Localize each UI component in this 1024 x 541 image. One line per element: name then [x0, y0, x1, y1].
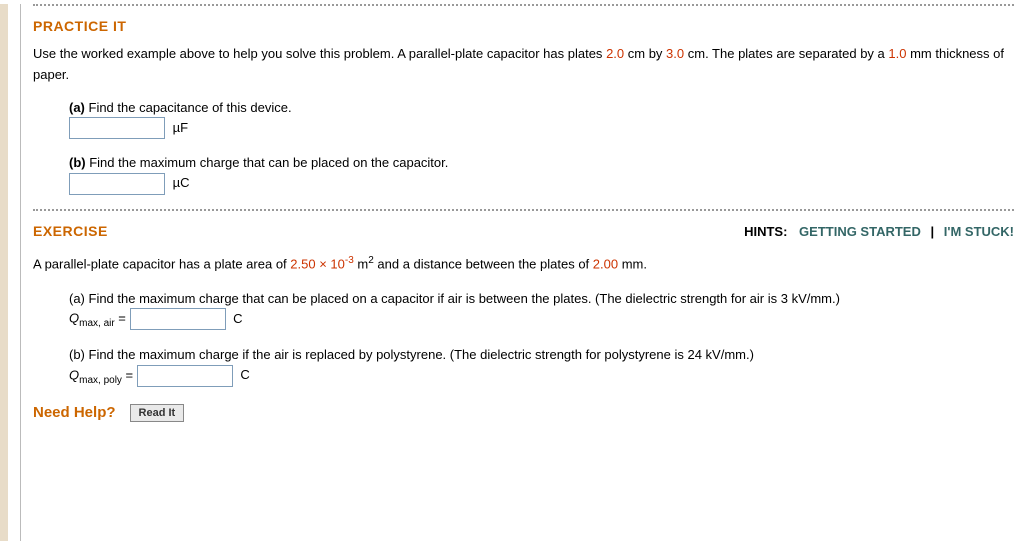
practice-b-text: Find the maximum charge that can be plac…	[86, 155, 449, 170]
divider-top	[33, 4, 1014, 6]
read-it-button[interactable]: Read It	[130, 404, 185, 422]
practice-a-question: (a) Find the capacitance of this device.	[69, 98, 1014, 118]
practice-a-text: Find the capacitance of this device.	[85, 100, 292, 115]
practice-unit-cm2: cm. The plates are separated by a	[684, 46, 888, 61]
practice-unit-cm1: cm by	[624, 46, 666, 61]
exercise-a-text: (a) Find the maximum charge that can be …	[69, 289, 1014, 309]
hint-sep: |	[930, 224, 934, 239]
need-help-label: Need Help?	[33, 404, 116, 421]
ex-area-unit-pre: m	[354, 256, 368, 271]
exercise-a-input[interactable]	[130, 308, 226, 330]
practice-val3: 1.0	[888, 46, 906, 61]
practice-val1: 2.0	[606, 46, 624, 61]
exercise-b-sym: Q	[69, 367, 79, 382]
exercise-part-b: (b) Find the maximum charge if the air i…	[69, 345, 1014, 388]
exercise-title: EXERCISE	[33, 223, 108, 239]
exercise-a-unit: C	[233, 311, 242, 326]
ex-dist-val: 2.00	[593, 256, 618, 271]
exercise-b-input[interactable]	[137, 365, 233, 387]
hint-im-stuck[interactable]: I'M STUCK!	[944, 224, 1014, 239]
practice-a-label: (a)	[69, 100, 85, 115]
exercise-b-unit: C	[240, 367, 249, 382]
practice-b-question: (b) Find the maximum charge that can be …	[69, 153, 1014, 173]
ex-intro-post: mm.	[618, 256, 647, 271]
practice-intro: Use the worked example above to help you…	[33, 44, 1014, 86]
ex-area-exp: -3	[345, 255, 354, 266]
divider-mid	[33, 209, 1014, 211]
exercise-a-eq: =	[115, 311, 130, 326]
exercise-a-sub: max, air	[79, 318, 115, 329]
exercise-a-sym: Q	[69, 311, 79, 326]
hints-label: HINTS:	[744, 224, 787, 239]
practice-intro-text1: Use the worked example above to help you…	[33, 46, 606, 61]
practice-val2: 3.0	[666, 46, 684, 61]
ex-area-val: 2.50 × 10	[290, 256, 345, 271]
exercise-b-text: (b) Find the maximum charge if the air i…	[69, 345, 1014, 365]
exercise-part-a: (a) Find the maximum charge that can be …	[69, 289, 1014, 332]
hint-getting-started[interactable]: GETTING STARTED	[799, 224, 921, 239]
practice-title: PRACTICE IT	[33, 18, 1014, 34]
practice-part-a: (a) Find the capacitance of this device.…	[69, 98, 1014, 140]
practice-b-label: (b)	[69, 155, 86, 170]
practice-b-input[interactable]	[69, 173, 165, 195]
ex-intro-mid: and a distance between the plates of	[374, 256, 593, 271]
practice-b-unit: µC	[173, 175, 190, 190]
practice-a-unit: µF	[173, 120, 188, 135]
exercise-b-eq: =	[122, 367, 137, 382]
practice-a-input[interactable]	[69, 117, 165, 139]
need-help-row: Need Help? Read It	[33, 404, 1014, 422]
exercise-intro: A parallel-plate capacitor has a plate a…	[33, 253, 1014, 275]
ex-intro-pre: A parallel-plate capacitor has a plate a…	[33, 256, 290, 271]
practice-part-b: (b) Find the maximum charge that can be …	[69, 153, 1014, 195]
hints-block: HINTS: GETTING STARTED | I'M STUCK!	[744, 224, 1014, 239]
exercise-b-sub: max, poly	[79, 375, 122, 386]
